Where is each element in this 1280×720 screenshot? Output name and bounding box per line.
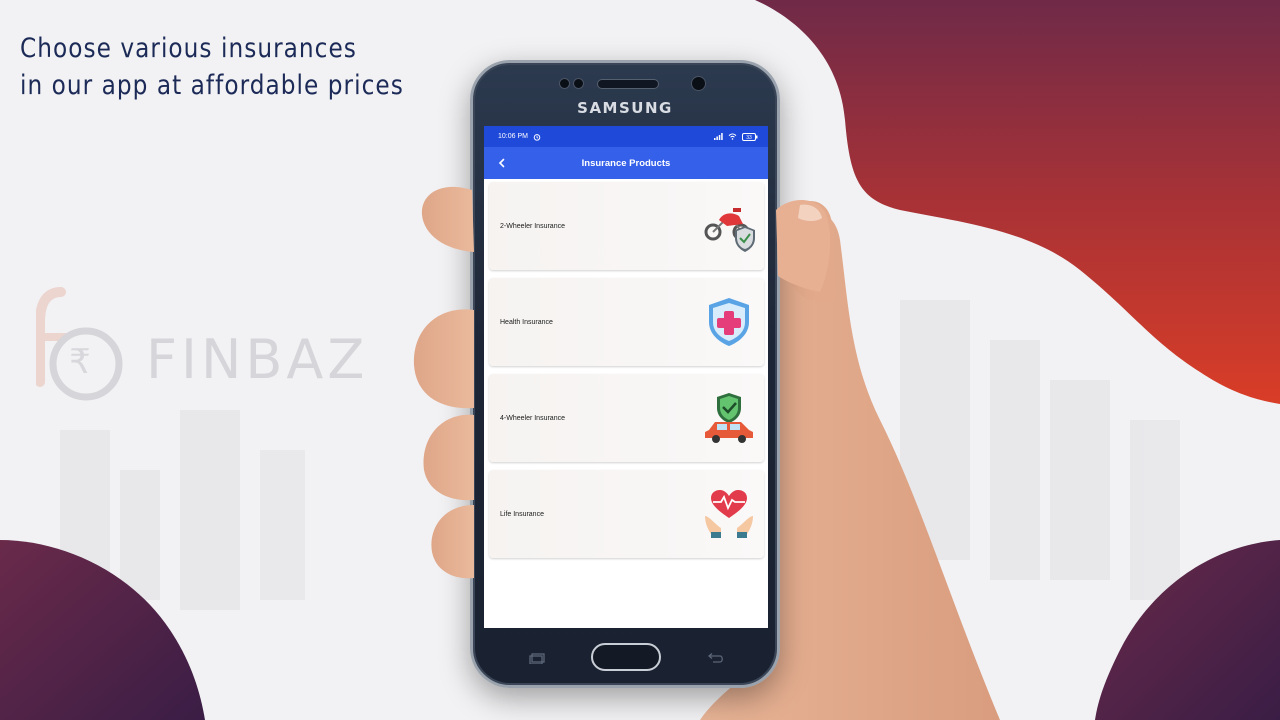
rupee-symbol: ₹ <box>69 342 91 382</box>
headline-line-1: Choose various insurances <box>20 33 357 64</box>
product-card-2-wheeler[interactable]: 2-Wheeler Insurance <box>489 182 764 270</box>
wifi-icon <box>728 133 737 140</box>
battery-icon: 33 <box>742 132 758 141</box>
product-label: Life Insurance <box>500 510 544 518</box>
product-label: 4-Wheeler Insurance <box>500 414 565 422</box>
brand-name: FINBAZ <box>146 328 369 391</box>
earpiece-speaker <box>597 79 659 89</box>
product-label: Health Insurance <box>500 318 553 326</box>
page-title: Insurance Products <box>581 157 671 169</box>
home-button[interactable] <box>591 643 661 671</box>
product-card-4-wheeler[interactable]: 4-Wheeler Insurance <box>489 374 764 462</box>
insurance-product-list: 2-Wheeler Insurance Health Insurance 4-W… <box>484 179 768 558</box>
product-card-health[interactable]: Health Insurance <box>489 278 764 366</box>
product-card-life[interactable]: Life Insurance <box>489 470 764 558</box>
back-soft-key[interactable] <box>705 652 725 664</box>
phone-screen: 10:06 PM 33 Insurance Products 2-Wheeler… <box>484 126 768 628</box>
status-time: 10:06 PM <box>498 133 528 140</box>
status-bar: 10:06 PM 33 <box>484 126 768 147</box>
front-sensor <box>573 78 584 89</box>
medical-shield-icon <box>702 295 756 349</box>
front-sensor <box>559 78 570 89</box>
headline: Choose various insurances in our app at … <box>20 30 404 104</box>
headline-line-2: in our app at affordable prices <box>20 70 404 101</box>
product-label: 2-Wheeler Insurance <box>500 222 565 230</box>
signal-icon <box>714 133 723 140</box>
phone-device: SAMSUNG 10:06 PM 33 Insurance Products 2… <box>470 60 780 688</box>
phone-brand: SAMSUNG <box>577 99 673 117</box>
front-camera <box>691 76 706 91</box>
motorbike-shield-icon <box>702 199 756 253</box>
car-shield-icon <box>702 391 756 445</box>
app-bar: Insurance Products <box>484 147 768 179</box>
chevron-left-icon <box>498 158 505 168</box>
battery-level: 33 <box>746 135 752 141</box>
alarm-icon <box>533 133 541 141</box>
heart-hands-icon <box>702 487 756 541</box>
recent-apps-button[interactable] <box>528 652 548 664</box>
back-button[interactable] <box>490 151 514 175</box>
